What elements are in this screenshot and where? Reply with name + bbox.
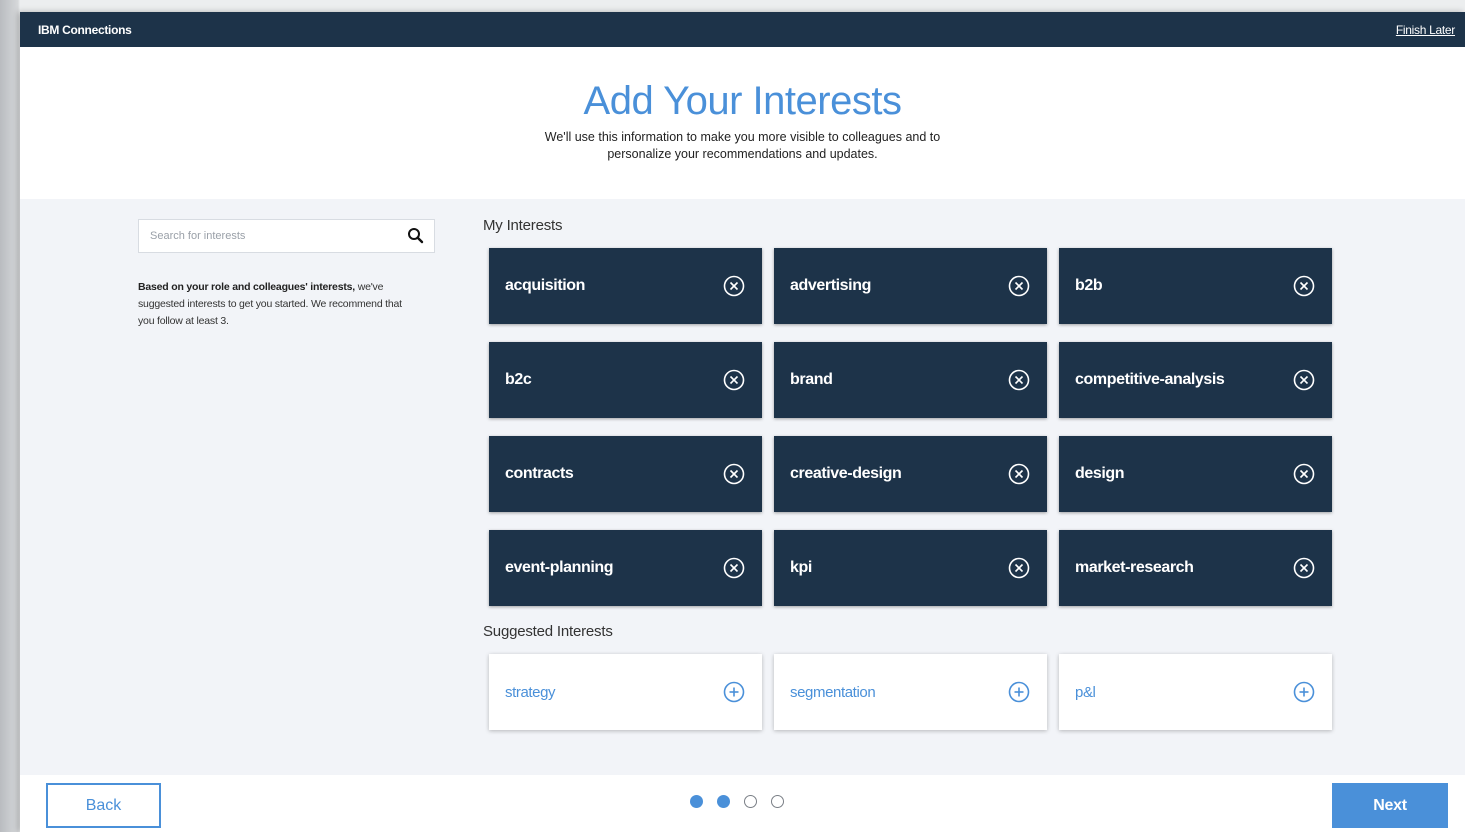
my-interest-tile[interactable]: b2c (489, 342, 762, 418)
interest-label: strategy (505, 683, 556, 701)
remove-interest-icon[interactable] (722, 368, 746, 392)
suggested-interest-tile[interactable]: strategy (489, 654, 762, 730)
interest-label: market-research (1075, 559, 1194, 576)
suggested-interests-grid: strategy segmentation p&l (489, 654, 1334, 730)
my-interests-heading: My Interests (483, 217, 563, 234)
interest-label: event-planning (505, 559, 614, 576)
my-interests-grid: acquisition advertising b2b b2c brand competi… (489, 248, 1334, 606)
footer-bar: Back Next (20, 775, 1465, 832)
remove-interest-icon[interactable] (722, 556, 746, 580)
interest-label: acquisition (505, 277, 586, 294)
add-interest-icon[interactable] (1292, 680, 1316, 704)
remove-interest-icon[interactable] (722, 462, 746, 486)
my-interest-tile[interactable]: design (1059, 436, 1332, 512)
my-interest-tile[interactable]: acquisition (489, 248, 762, 324)
remove-interest-icon[interactable] (722, 274, 746, 298)
top-bar: IBM Connections Finish Later (20, 12, 1465, 47)
remove-interest-icon[interactable] (1292, 368, 1316, 392)
pagination-dot[interactable] (771, 795, 784, 808)
recommendation-hint: Based on your role and colleagues' inter… (138, 279, 413, 330)
onboarding-window: IBM Connections Finish Later Add Your In… (20, 12, 1465, 832)
hero-section: Add Your Interests We'll use this inform… (20, 47, 1465, 199)
page-subtitle: We'll use this information to make you m… (544, 130, 941, 161)
remove-interest-icon[interactable] (1007, 274, 1031, 298)
interest-label: kpi (790, 559, 812, 576)
my-interest-tile[interactable]: contracts (489, 436, 762, 512)
remove-interest-icon[interactable] (1007, 556, 1031, 580)
pagination-dot[interactable] (744, 795, 757, 808)
main-content: Based on your role and colleagues' inter… (20, 199, 1465, 774)
search-field[interactable] (138, 219, 435, 253)
search-input[interactable] (150, 230, 406, 242)
add-interest-icon[interactable] (1007, 680, 1031, 704)
page-title: Add Your Interests (583, 79, 902, 123)
suggested-interests-heading: Suggested Interests (483, 623, 613, 640)
interest-label: segmentation (790, 683, 876, 701)
my-interest-tile[interactable]: event-planning (489, 530, 762, 606)
remove-interest-icon[interactable] (1292, 274, 1316, 298)
remove-interest-icon[interactable] (1007, 462, 1031, 486)
next-button[interactable]: Next (1332, 783, 1448, 828)
interest-label: advertising (790, 277, 871, 294)
interest-label: b2b (1075, 277, 1103, 294)
interest-label: p&l (1075, 683, 1096, 701)
my-interest-tile[interactable]: advertising (774, 248, 1047, 324)
app-name: IBM Connections (38, 22, 132, 37)
my-interest-tile[interactable]: brand (774, 342, 1047, 418)
my-interest-tile[interactable]: creative-design (774, 436, 1047, 512)
pagination-dot[interactable] (717, 795, 730, 808)
interest-label: competitive-analysis (1075, 371, 1225, 388)
interest-label: design (1075, 465, 1125, 482)
pagination-dot[interactable] (690, 795, 703, 808)
add-interest-icon[interactable] (722, 680, 746, 704)
remove-interest-icon[interactable] (1007, 368, 1031, 392)
step-pagination (690, 795, 784, 808)
my-interest-tile[interactable]: b2b (1059, 248, 1332, 324)
back-button[interactable]: Back (46, 783, 161, 828)
interest-label: b2c (505, 371, 532, 388)
my-interest-tile[interactable]: competitive-analysis (1059, 342, 1332, 418)
suggested-interest-tile[interactable]: segmentation (774, 654, 1047, 730)
interest-label: brand (790, 371, 833, 388)
interest-label: contracts (505, 465, 574, 482)
my-interest-tile[interactable]: kpi (774, 530, 1047, 606)
my-interest-tile[interactable]: market-research (1059, 530, 1332, 606)
hint-bold-text: Based on your role and colleagues' inter… (138, 281, 355, 293)
finish-later-link[interactable]: Finish Later (1396, 23, 1455, 37)
suggested-interest-tile[interactable]: p&l (1059, 654, 1332, 730)
interest-label: creative-design (790, 465, 902, 482)
search-icon[interactable] (406, 226, 426, 246)
remove-interest-icon[interactable] (1292, 462, 1316, 486)
remove-interest-icon[interactable] (1292, 556, 1316, 580)
